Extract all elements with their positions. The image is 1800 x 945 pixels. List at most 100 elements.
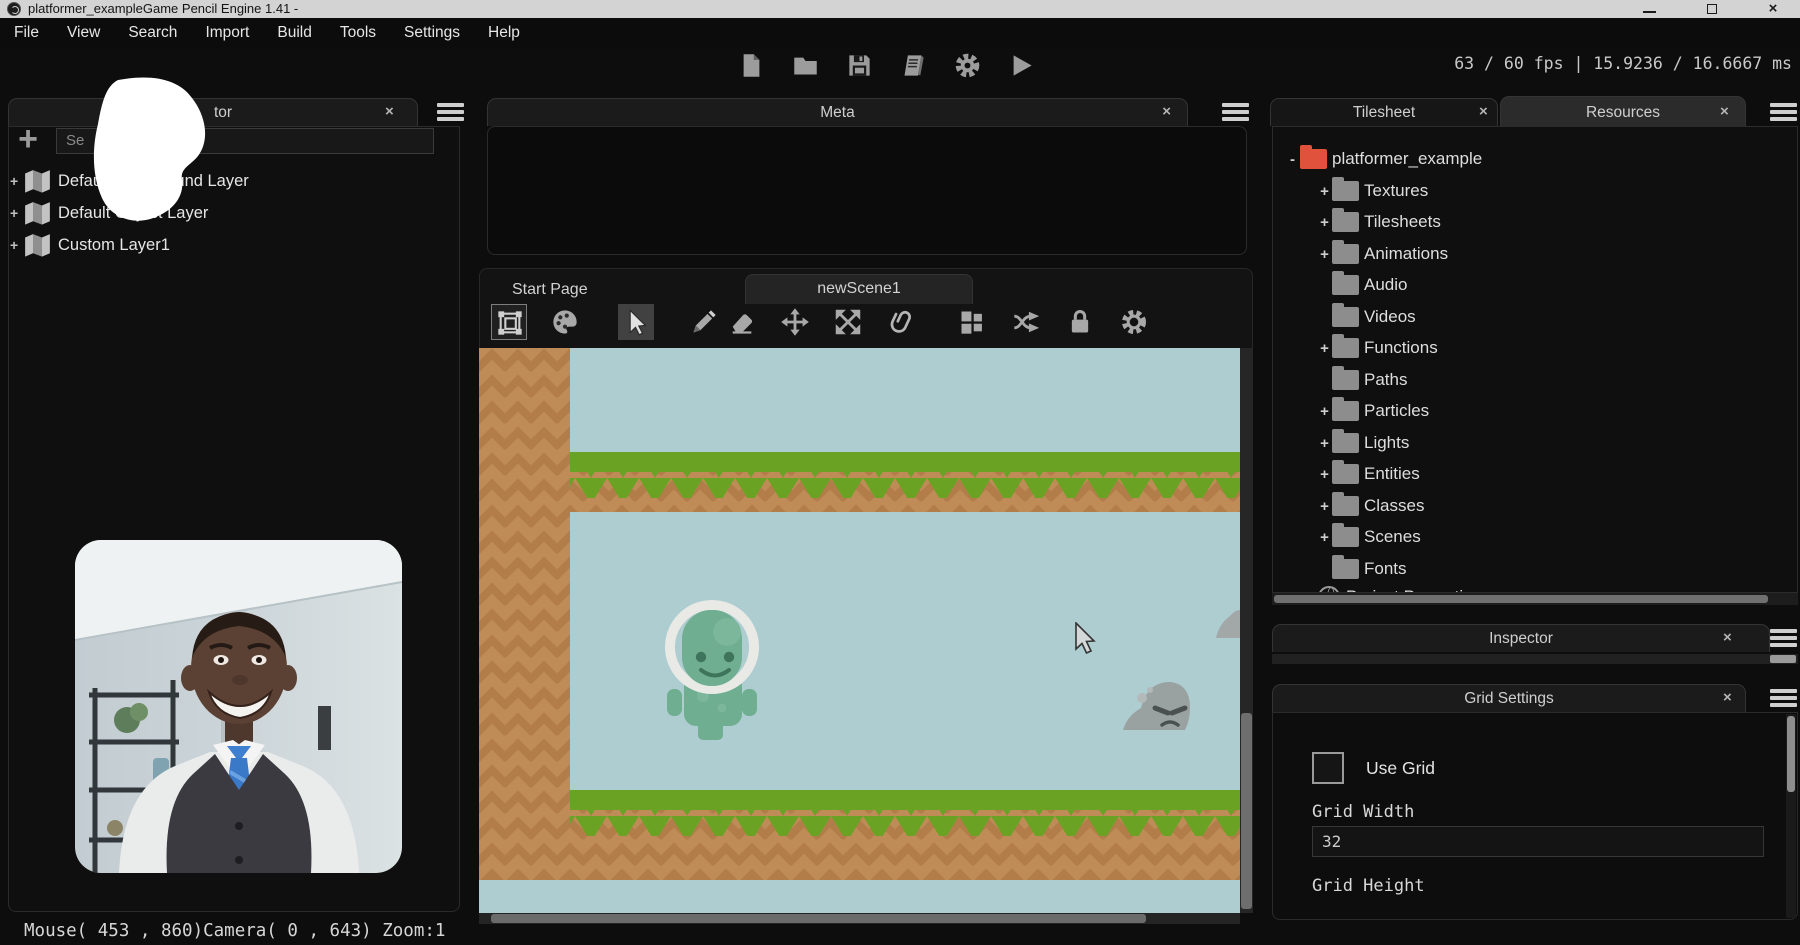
- grid-settings-menu-icon[interactable]: [1770, 689, 1797, 708]
- menu-settings[interactable]: Settings: [390, 24, 474, 42]
- cursor-select-tool[interactable]: [618, 304, 654, 340]
- expand-icon[interactable]: +: [1317, 529, 1332, 546]
- expand-icon[interactable]: +: [1317, 403, 1332, 420]
- log-book-icon[interactable]: [900, 52, 927, 79]
- move-tool-icon[interactable]: [781, 308, 809, 336]
- open-folder-icon[interactable]: [792, 52, 819, 79]
- meta-panel-tab[interactable]: Meta ×: [487, 98, 1188, 126]
- save-icon[interactable]: [846, 52, 873, 79]
- scene-layers-panel-menu-icon[interactable]: [437, 103, 464, 122]
- inspector-scrollbar[interactable]: [1272, 654, 1798, 664]
- layer-row-background[interactable]: + Default Background Layer: [10, 166, 450, 196]
- menu-import[interactable]: Import: [191, 24, 263, 42]
- inspector-panel-tab[interactable]: Inspector ×: [1272, 624, 1770, 652]
- lock-tool-icon[interactable]: [1066, 308, 1094, 336]
- menu-build[interactable]: Build: [263, 24, 325, 42]
- tab-start-page[interactable]: Start Page: [512, 276, 588, 303]
- scene-canvas[interactable]: [479, 348, 1240, 913]
- inspector-close-icon[interactable]: ×: [1723, 629, 1732, 646]
- grid-settings-panel-tab[interactable]: Grid Settings ×: [1272, 684, 1746, 712]
- tree-item-textures[interactable]: + Textures: [1317, 177, 1428, 205]
- run-play-icon[interactable]: [1008, 52, 1035, 79]
- settings-gear-icon[interactable]: [954, 52, 981, 79]
- expand-icon[interactable]: +: [1317, 246, 1332, 263]
- tilesheet-tab-close-icon[interactable]: ×: [1479, 103, 1488, 120]
- resources-tab-close-icon[interactable]: ×: [1720, 103, 1729, 120]
- grid-width-label: Grid Width: [1312, 802, 1414, 822]
- grid-settings-scrollbar[interactable]: [1786, 714, 1796, 918]
- tab-newscene1[interactable]: newScene1: [745, 274, 973, 304]
- expand-icon[interactable]: +: [1317, 435, 1332, 452]
- expand-icon[interactable]: +: [10, 237, 24, 253]
- scrollbar-thumb[interactable]: [1787, 716, 1795, 792]
- layer-row-custom[interactable]: + Custom Layer1: [10, 230, 450, 260]
- scrollbar-thumb[interactable]: [1274, 595, 1768, 603]
- menu-view[interactable]: View: [53, 24, 114, 42]
- tree-item-tilesheets[interactable]: + Tilesheets: [1317, 208, 1441, 236]
- tree-item-functions[interactable]: + Functions: [1317, 334, 1438, 362]
- tree-item-particles[interactable]: + Particles: [1317, 397, 1429, 425]
- tilesheet-tab-label: Tilesheet: [1271, 104, 1497, 122]
- canvas-horizontal-scrollbar[interactable]: [479, 913, 1240, 924]
- scrollbar-thumb[interactable]: [1241, 713, 1252, 909]
- expand-icon[interactable]: +: [1317, 340, 1332, 357]
- tree-item-fonts[interactable]: Fonts: [1317, 555, 1407, 583]
- tree-item-lights[interactable]: + Lights: [1317, 429, 1409, 457]
- tab-resources[interactable]: Resources ×: [1500, 96, 1746, 126]
- scrollbar-thumb[interactable]: [491, 914, 1146, 923]
- scrollbar-thumb[interactable]: [1770, 655, 1796, 663]
- attach-clip-icon[interactable]: [888, 308, 916, 336]
- expand-icon[interactable]: +: [10, 205, 24, 221]
- tree-item-project-root[interactable]: - platformer_example: [1285, 145, 1482, 173]
- grid-width-input[interactable]: [1312, 826, 1764, 857]
- grid-settings-close-icon[interactable]: ×: [1723, 689, 1732, 706]
- expand-icon[interactable]: +: [1317, 183, 1332, 200]
- expand-icon[interactable]: +: [1317, 466, 1332, 483]
- close-button[interactable]: ×: [1758, 2, 1788, 16]
- meta-panel-close-icon[interactable]: ×: [1162, 103, 1171, 120]
- menu-search[interactable]: Search: [114, 24, 191, 42]
- meta-panel-body: [487, 126, 1247, 255]
- tree-item-project-properties[interactable]: Project Properties: [1303, 583, 1481, 593]
- meta-panel-menu-icon[interactable]: [1222, 103, 1249, 122]
- tree-item-scenes[interactable]: + Scenes: [1317, 523, 1421, 551]
- menu-file[interactable]: File: [0, 24, 53, 42]
- maximize-button[interactable]: [1697, 2, 1727, 16]
- tree-item-animations[interactable]: + Animations: [1317, 240, 1448, 268]
- use-grid-label: Use Grid: [1366, 758, 1435, 779]
- minimize-button[interactable]: [1634, 2, 1664, 16]
- menu-tools[interactable]: Tools: [326, 24, 390, 42]
- use-grid-checkbox[interactable]: [1312, 752, 1344, 784]
- grid-height-label: Grid Height: [1312, 876, 1425, 896]
- tiles-tool-icon[interactable]: [958, 308, 986, 336]
- add-layer-button[interactable]: +: [12, 124, 44, 156]
- scene-gear-icon[interactable]: [1120, 308, 1148, 336]
- tree-item-videos[interactable]: Videos: [1317, 303, 1416, 331]
- inspector-menu-icon[interactable]: [1770, 629, 1797, 648]
- resize-tool-icon[interactable]: [834, 308, 862, 336]
- canvas-vertical-scrollbar[interactable]: [1240, 348, 1253, 913]
- tree-item-entities[interactable]: + Entities: [1317, 460, 1420, 488]
- resources-horizontal-scrollbar[interactable]: [1272, 593, 1798, 605]
- menu-help[interactable]: Help: [474, 24, 534, 42]
- expand-icon[interactable]: +: [1317, 214, 1332, 231]
- new-file-icon[interactable]: [738, 52, 765, 79]
- layer-row-object[interactable]: + Default Object Layer: [10, 198, 450, 228]
- tab-tilesheet[interactable]: Tilesheet ×: [1270, 98, 1498, 126]
- expand-icon[interactable]: +: [1317, 498, 1332, 515]
- collapse-icon[interactable]: -: [1285, 151, 1300, 168]
- palette-tool-icon[interactable]: [551, 308, 579, 336]
- pencil-tool-icon[interactable]: [690, 308, 718, 336]
- shuffle-tool-icon[interactable]: [1012, 308, 1040, 336]
- tree-item-classes[interactable]: + Classes: [1317, 492, 1424, 520]
- resources-tab-label: Resources: [1501, 104, 1745, 122]
- scene-layers-panel-tab[interactable]: tor ×: [8, 98, 418, 126]
- tree-item-audio[interactable]: Audio: [1317, 271, 1407, 299]
- transform-frame-tool[interactable]: [491, 304, 527, 340]
- scene-layers-panel-close-icon[interactable]: ×: [385, 103, 394, 120]
- eraser-tool-icon[interactable]: [728, 308, 756, 336]
- app-icon: [7, 2, 21, 16]
- tree-item-paths[interactable]: Paths: [1317, 366, 1407, 394]
- expand-icon[interactable]: +: [10, 173, 24, 189]
- resources-panel-menu-icon[interactable]: [1770, 103, 1797, 122]
